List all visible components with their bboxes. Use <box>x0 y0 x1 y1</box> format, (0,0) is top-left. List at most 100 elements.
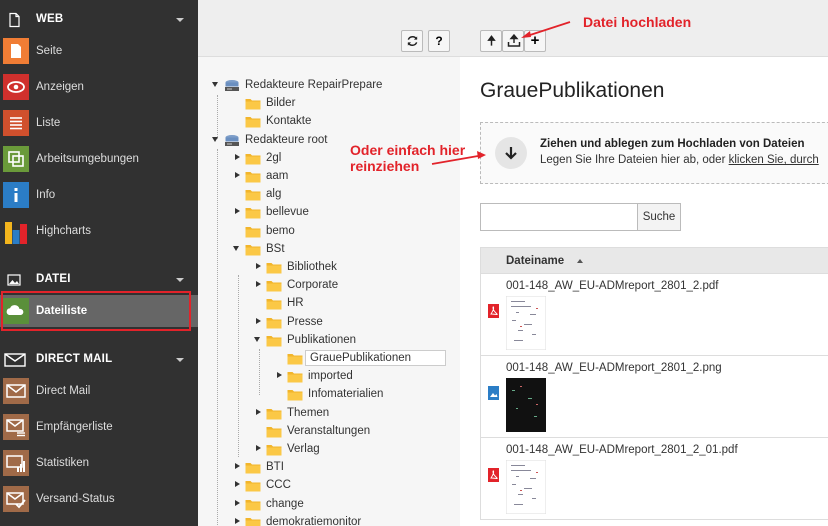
tree-toggle-collapsed-icon[interactable] <box>235 172 240 178</box>
tree-toggle-expanded-icon[interactable] <box>212 82 218 87</box>
tree-toggle-collapsed-icon[interactable] <box>235 208 240 215</box>
module-anzeigen[interactable]: Anzeigen <box>0 71 198 103</box>
folder-icon <box>245 208 261 219</box>
group-direct-mail[interactable]: DIRECT MAIL <box>0 348 198 372</box>
recipients-icon <box>3 414 29 440</box>
folder-icon <box>245 172 261 183</box>
tree-node-label: aam <box>266 170 289 182</box>
module-label: Anzeigen <box>36 81 84 93</box>
folder-icon <box>245 99 261 110</box>
tree-node-label: Corporate <box>287 279 339 292</box>
folder-up-button[interactable] <box>480 30 502 52</box>
mail-icon <box>4 353 26 367</box>
file-thumbnail[interactable] <box>506 296 546 350</box>
tree-node-label: demokratiemonitor <box>266 515 362 526</box>
column-header-filename[interactable]: Dateiname <box>506 255 564 267</box>
file-name-link[interactable]: 001-148_AW_EU-ADMreport_2801_2.png <box>506 362 722 374</box>
tree-toggle-collapsed-icon[interactable] <box>235 499 240 506</box>
pdf-icon <box>488 468 499 482</box>
dropzone-title: Ziehen und ablegen zum Hochladen von Dat… <box>540 138 805 150</box>
module-empfaengerliste[interactable]: Empfängerliste <box>0 411 198 443</box>
tree-node-label: Redakteure RepairPrepare <box>245 79 383 91</box>
tree-node-label: imported <box>308 370 353 383</box>
tree-toggle-collapsed-icon[interactable] <box>256 317 261 324</box>
module-direct-mail[interactable]: Direct Mail <box>0 375 198 407</box>
refresh-button[interactable] <box>401 30 423 52</box>
folder-icon <box>266 445 282 456</box>
statistics-icon <box>3 450 29 476</box>
list-icon <box>3 110 29 136</box>
drop-button[interactable] <box>495 137 527 169</box>
search-input[interactable] <box>480 203 638 231</box>
file-thumbnail[interactable] <box>506 378 546 432</box>
module-label: Statistiken <box>36 457 90 469</box>
folder-icon <box>266 426 282 438</box>
tree-node-label: Bibliothek <box>287 261 337 273</box>
tree-node-label: GrauePublikationen <box>305 350 447 366</box>
tree-toggle-collapsed-icon[interactable] <box>256 445 261 451</box>
module-menu: WEB Seite Anzeigen Liste Arbeitsumgebung… <box>0 0 198 526</box>
tree-toggle-collapsed-icon[interactable] <box>256 263 261 269</box>
group-web[interactable]: WEB <box>0 8 198 32</box>
help-button[interactable]: ? <box>428 30 450 52</box>
upload-button[interactable] <box>502 30 524 52</box>
tree-toggle-collapsed-icon[interactable] <box>256 408 261 415</box>
search-button[interactable]: Suche <box>637 203 681 231</box>
page-module-icon <box>3 38 29 64</box>
tree-node-label: bemo <box>266 224 295 237</box>
tree-toggle-collapsed-icon[interactable] <box>235 517 240 524</box>
new-button[interactable]: + <box>524 30 546 52</box>
module-seite[interactable]: Seite <box>0 35 198 67</box>
send-status-icon <box>3 486 29 512</box>
chevron-down-icon <box>176 278 184 282</box>
module-liste[interactable]: Liste <box>0 107 198 139</box>
file-name-link[interactable]: 001-148_AW_EU-ADMreport_2801_2_01.pdf <box>506 444 738 456</box>
module-highcharts[interactable]: Highcharts <box>0 215 198 247</box>
tree-toggle-expanded-icon[interactable] <box>254 336 260 342</box>
file-thumbnail[interactable] <box>506 460 546 514</box>
folder-icon <box>245 499 261 511</box>
tree-toggle-collapsed-icon[interactable] <box>235 463 240 470</box>
module-label: Liste <box>36 117 61 129</box>
info-icon <box>3 182 29 208</box>
tree-toggle-collapsed-icon[interactable] <box>256 281 261 288</box>
table-row[interactable]: 001-148_AW_EU-ADMreport_2801_2.pdf <box>480 274 828 356</box>
upload-dropzone[interactable]: Ziehen und ablegen zum Hochladen von Dat… <box>480 122 828 184</box>
workspaces-icon <box>3 146 29 172</box>
tree-toggle-collapsed-icon[interactable] <box>277 372 282 379</box>
folder-icon <box>245 190 261 201</box>
module-info[interactable]: Info <box>0 179 198 211</box>
app-window: WEB Seite Anzeigen Liste Arbeitsumgebung… <box>0 0 828 526</box>
tree-node-label: CCC <box>266 479 291 492</box>
page-icon <box>9 12 20 28</box>
tree-toggle-collapsed-icon[interactable] <box>235 153 240 160</box>
folder-icon <box>266 299 282 310</box>
sort-ascending-icon[interactable] <box>577 259 583 263</box>
folder-icon <box>287 354 303 365</box>
module-label: Highcharts <box>36 225 91 237</box>
tree-guide-line <box>238 275 239 457</box>
table-header: Dateiname <box>480 247 828 274</box>
group-datei[interactable]: DATEI <box>0 268 198 292</box>
folder-icon <box>245 481 261 492</box>
module-statistiken[interactable]: Statistiken <box>0 447 198 479</box>
module-versand-status[interactable]: Versand-Status <box>0 483 198 515</box>
refresh-icon <box>407 36 418 46</box>
upload-icon <box>507 34 521 47</box>
chevron-down-icon <box>176 18 184 22</box>
annotation-drag-line1: Oder einfach hier <box>350 142 466 158</box>
highlight-box <box>1 291 191 331</box>
table-row[interactable]: 001-148_AW_EU-ADMreport_2801_2_01.pdf <box>480 438 828 520</box>
storage-icon <box>225 134 239 146</box>
tree-toggle-expanded-icon[interactable] <box>233 245 239 251</box>
envelope-icon <box>3 378 29 404</box>
folder-icon <box>245 226 261 238</box>
module-arbeitsumgebungen[interactable]: Arbeitsumgebungen <box>0 143 198 175</box>
group-label: DIRECT MAIL <box>36 353 113 365</box>
file-name-link[interactable]: 001-148_AW_EU-ADMreport_2801_2.pdf <box>506 280 718 292</box>
browse-link[interactable]: klicken Sie, durch <box>729 154 819 166</box>
tree-node-label: 2gl <box>266 151 282 164</box>
table-row[interactable]: 001-148_AW_EU-ADMreport_2801_2.png <box>480 356 828 438</box>
folder-icon <box>266 335 282 347</box>
tree-toggle-collapsed-icon[interactable] <box>235 481 240 488</box>
